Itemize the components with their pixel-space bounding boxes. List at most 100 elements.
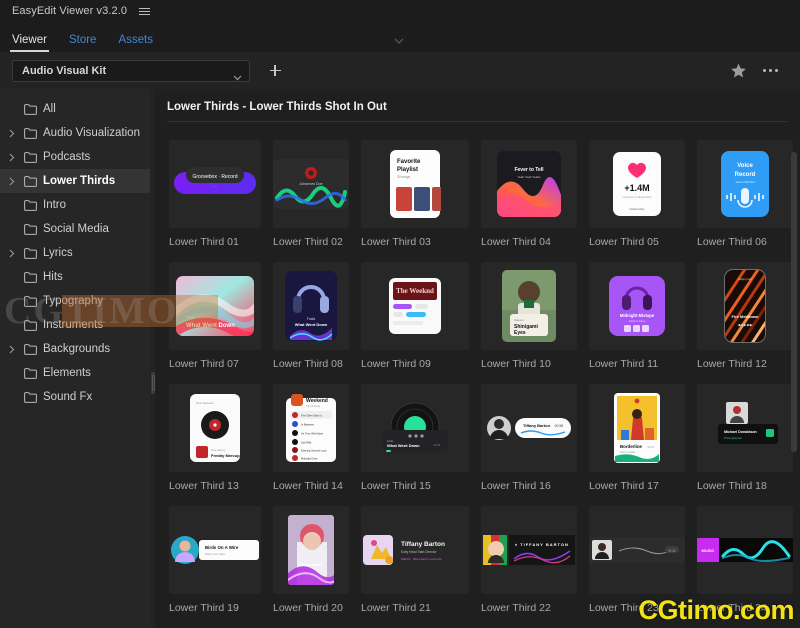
- vertical-scrollbar[interactable]: [790, 122, 798, 628]
- chevron-right-icon[interactable]: [4, 129, 20, 138]
- thumbnail-cell[interactable]: Johannes Doe Lower Third 02: [273, 140, 349, 248]
- chevron-down-icon[interactable]: [394, 38, 404, 44]
- thumbnail-preview-wave-green[interactable]: Johannes Doe: [273, 140, 349, 228]
- thumbnail-preview-circle-bar[interactable]: Birds On A Wire Martin Luis Yorke: [169, 506, 261, 594]
- svg-text:Tiffany Barton: Tiffany Barton: [523, 423, 551, 428]
- thumbnail-cell[interactable]: Release Shinigami Eyes Lower Third 10: [481, 262, 577, 370]
- chevron-right-icon[interactable]: [4, 177, 20, 186]
- thumbnail-cell[interactable]: New Release Now playing Freddy Mercup Low…: [169, 384, 261, 492]
- svg-text:Johannes Doe: Johannes Doe: [299, 182, 322, 186]
- thumbnail-cell[interactable]: Michael Donaldson Photographer Lower Thi…: [697, 384, 793, 492]
- tab-viewer[interactable]: Viewer: [10, 34, 49, 52]
- tab-store[interactable]: Store: [69, 34, 97, 52]
- thumbnail-preview-poster-pink[interactable]: Tiffany Barton: [273, 506, 349, 594]
- thumbnail-preview-portrait-card[interactable]: Release Shinigami Eyes: [481, 262, 577, 350]
- sidebar-item-podcasts[interactable]: Podcasts: [0, 145, 150, 169]
- svg-text:Foals: Foals: [307, 317, 316, 321]
- thumbnail-cell[interactable]: ♦ TIFFANY BARTON Lower Third 22: [481, 506, 577, 614]
- thumbnail-cell[interactable]: Foals What Went Down 02:45 Lower Third 1…: [361, 384, 469, 492]
- thumbnail-cell[interactable]: Tiffany Barton Early Head Start Director…: [361, 506, 469, 614]
- thumbnail-preview-card-playlist[interactable]: Favorite Playlist 30 songs: [361, 140, 469, 228]
- thumbnail-preview-pill-purple[interactable]: Groovebox · Record · · ·: [169, 140, 261, 228]
- thumbnail-label: Lower Third 12: [697, 358, 767, 370]
- thumbnail-preview-headphones-purple[interactable]: Midnight Mixtape Artist in Desc: [589, 262, 685, 350]
- thumbnail-label: Lower Third 16: [481, 480, 551, 492]
- thumbnail-preview-profile-row[interactable]: Tiffany Barton Early Head Start Director…: [361, 506, 469, 594]
- thumbnail-cell[interactable]: Tiffany Barton 00:58 Lower Third 16: [481, 384, 577, 492]
- thumbnail-preview-headphones-blue[interactable]: Foals What Went Down: [273, 262, 349, 350]
- sidebar-item-label: All: [43, 103, 56, 115]
- thumbnail-preview-vinyl-player[interactable]: Foals What Went Down 02:45: [361, 384, 469, 472]
- hamburger-icon[interactable]: [137, 6, 152, 17]
- thumbnail-preview-wave-pink[interactable]: Fever to Tell Yeah Yeah Yeahs: [481, 140, 577, 228]
- thumbnail-preview-banner-wave[interactable]: ♦ TIFFANY BARTON: [481, 506, 577, 594]
- thumbnail-preview-card-voice[interactable]: Voice Record Sarah Mitchell: [697, 140, 793, 228]
- thumbnail-label: Lower Third 04: [481, 236, 551, 248]
- sidebar-item-all[interactable]: All: [0, 97, 150, 121]
- sidebar-item-typography[interactable]: Typography: [0, 289, 150, 313]
- thumbnail-preview-phone-stripes[interactable]: Playing now Fire Meltdown ◀◀ ▶ ▶▶: [697, 262, 793, 350]
- thumbnail-label: Lower Third 07: [169, 358, 239, 370]
- chevron-right-icon[interactable]: [4, 153, 20, 162]
- thumbnail-preview-swirl-pastel[interactable]: Foals What Went Down: [169, 262, 261, 350]
- svg-text:Borderline: Borderline: [620, 444, 643, 449]
- sidebar-item-sound-fx[interactable]: Sound Fx: [0, 385, 150, 409]
- svg-text:It's Time With Ease: It's Time With Ease: [301, 432, 324, 436]
- sidebar-item-backgrounds[interactable]: Backgrounds: [0, 337, 150, 361]
- thumbnail-cell[interactable]: Voice Record Sarah Mitchell Lower Third …: [697, 140, 793, 248]
- thumbnail-preview-card-list[interactable]: Weekend Top 10 songs The Other Side of..…: [273, 384, 349, 472]
- svg-text:Martin Luis Yorke: Martin Luis Yorke: [205, 552, 225, 556]
- thumbnail-cell[interactable]: Playing now Fire Meltdown ◀◀ ▶ ▶▶ Lower T…: [697, 262, 793, 370]
- sidebar-item-social-media[interactable]: Social Media: [0, 217, 150, 241]
- sidebar-item-audio-visualization[interactable]: Audio Visualization: [0, 121, 150, 145]
- thumbnail-cell[interactable]: Midnight Mixtape Artist in Desc Lower Th…: [589, 262, 685, 370]
- thumbnail-cell[interactable]: The Weeknd Lower Third 09: [361, 262, 469, 370]
- thumbnail-label: Lower Third 02: [273, 236, 343, 248]
- thumbnail-preview-badge-dark[interactable]: Michael Donaldson Photographer: [697, 384, 793, 472]
- thumbnail-cell[interactable]: MUSIC Lower Third 24: [697, 506, 793, 614]
- sidebar-item-lyrics[interactable]: Lyrics: [0, 241, 150, 265]
- sidebar-item-elements[interactable]: Elements: [0, 361, 150, 385]
- thumbnail-cell[interactable]: 01:22 Lower Third 23: [589, 506, 685, 614]
- sidebar-item-intro[interactable]: Intro: [0, 193, 150, 217]
- svg-text:What Went Down: What Went Down: [295, 322, 328, 327]
- thumbnail-cell[interactable]: Groovebox · Record · · · Lower Third 01: [169, 140, 261, 248]
- thumbnail-cell[interactable]: +1.4M Listeners in September Jordan Rey L…: [589, 140, 685, 248]
- tab-assets[interactable]: Assets: [118, 34, 153, 52]
- thumbnail-preview-bar-cyan[interactable]: MUSIC: [697, 506, 793, 594]
- thumbnail-cell[interactable]: Foals What Went Down Lower Third 08: [273, 262, 349, 370]
- thumbnail-label: Lower Third 14: [273, 480, 343, 492]
- thumbnail-preview-bar-line[interactable]: 01:22: [589, 506, 685, 594]
- sidebar: All Audio Visualization Podcasts Lower Thir…: [0, 89, 150, 628]
- chevron-right-icon[interactable]: [4, 249, 20, 258]
- thumbnail-cell[interactable]: Birds On A Wire Martin Luis Yorke Lower T…: [169, 506, 261, 614]
- thumbnail-preview-card-tags[interactable]: The Weeknd: [361, 262, 469, 350]
- thumbnail-cell[interactable]: Borderline Tame Impala 03:41 Lower Third…: [589, 384, 685, 492]
- thumbnail-cell[interactable]: Favorite Playlist 30 songs Lower Third 0…: [361, 140, 469, 248]
- add-kit-button[interactable]: [266, 62, 284, 80]
- sidebar-item-instruments[interactable]: Instruments: [0, 313, 150, 337]
- thumbnail-label: Lower Third 06: [697, 236, 767, 248]
- sidebar-item-lower-thirds[interactable]: Lower Thirds: [0, 169, 150, 193]
- star-icon[interactable]: [730, 63, 747, 79]
- thumbnail-preview-card-likes[interactable]: +1.4M Listeners in September Jordan Rey: [589, 140, 685, 228]
- more-options-icon[interactable]: [763, 69, 778, 72]
- thumbnail-preview-avatar-bar[interactable]: Tiffany Barton 00:58: [481, 384, 577, 472]
- sidebar-item-hits[interactable]: Hits: [0, 265, 150, 289]
- svg-text:01:22: 01:22: [668, 549, 676, 553]
- thumbnail-preview-poster-yellow[interactable]: Borderline Tame Impala 03:41: [589, 384, 685, 472]
- scrollbar-thumb[interactable]: [791, 152, 797, 452]
- svg-text:◀◀ ▶ ▶▶: ◀◀ ▶ ▶▶: [738, 323, 753, 327]
- svg-text:Weekend: Weekend: [306, 398, 328, 404]
- thumbnail-preview-card-vinyl[interactable]: New Release Now playing Freddy Mercup: [169, 384, 261, 472]
- thumbnail-cell[interactable]: Fever to Tell Yeah Yeah Yeahs Lower Third…: [481, 140, 577, 248]
- chevron-right-icon[interactable]: [4, 345, 20, 354]
- thumbnail-cell[interactable]: Tiffany Barton Lower Third 20: [273, 506, 349, 614]
- thumbnail-cell[interactable]: Weekend Top 10 songs The Other Side of..…: [273, 384, 349, 492]
- thumbnail-label: Lower Third 11: [589, 358, 659, 370]
- sidebar-item-label: Intro: [43, 199, 67, 211]
- folder-icon: [20, 103, 40, 115]
- thumbnail-scroll-area[interactable]: Groovebox · Record · · · Lower Third 01 J…: [155, 122, 800, 628]
- kit-select[interactable]: Audio Visual Kit: [12, 59, 250, 82]
- thumbnail-cell[interactable]: Foals What Went Down Lower Third 07: [169, 262, 261, 370]
